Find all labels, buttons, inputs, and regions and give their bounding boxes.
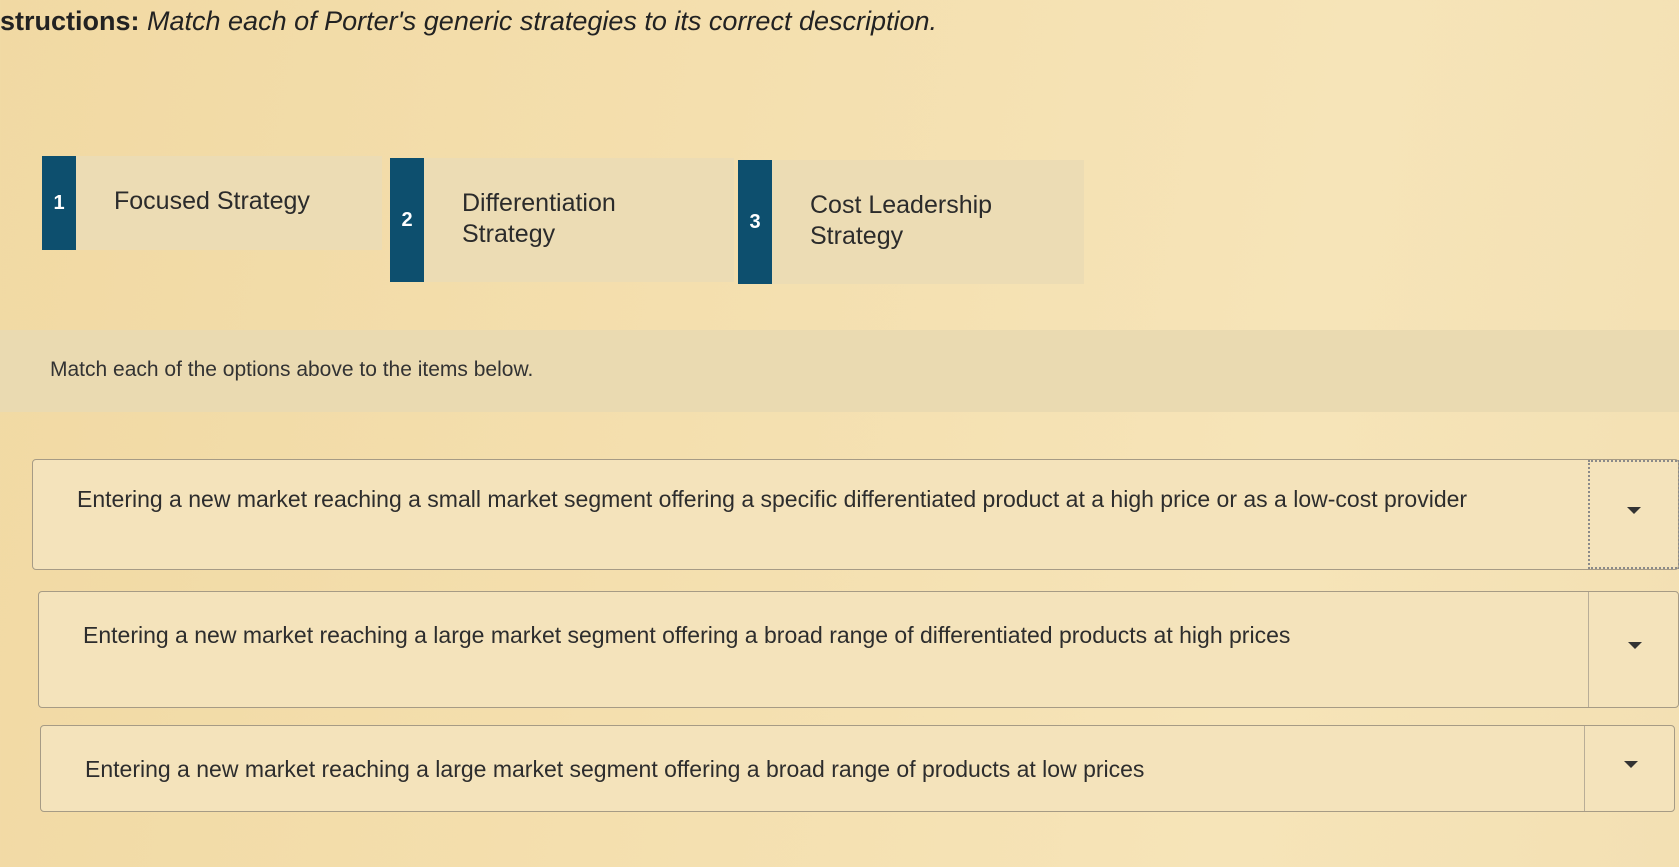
option-label-line1: Differentiation bbox=[462, 189, 616, 217]
option-number-badge: 2 bbox=[390, 158, 424, 282]
option-label: Differentiation Strategy bbox=[424, 158, 616, 250]
chevron-down-icon bbox=[1623, 761, 1638, 768]
match-dropdown-1[interactable] bbox=[1588, 460, 1679, 569]
instructions-lead: structions: bbox=[0, 6, 140, 36]
chevron-down-icon bbox=[1627, 507, 1641, 514]
match-dropdown-3[interactable] bbox=[1584, 726, 1676, 811]
match-prompt: Match each of the options above to the i… bbox=[50, 358, 534, 381]
instructions: structions: Match each of Porter's gener… bbox=[0, 6, 937, 37]
match-item-text: Entering a new market reaching a large m… bbox=[83, 622, 1291, 648]
match-item-1: Entering a new market reaching a small m… bbox=[32, 459, 1679, 570]
option-label: Focused Strategy bbox=[76, 156, 310, 217]
match-item-3: Entering a new market reaching a large m… bbox=[40, 725, 1675, 812]
option-card-2[interactable]: 2 Differentiation Strategy bbox=[390, 158, 734, 282]
option-label-line1: Cost Leadership bbox=[810, 191, 993, 219]
option-number-badge: 3 bbox=[738, 160, 772, 284]
match-item-text: Entering a new market reaching a large m… bbox=[85, 756, 1145, 782]
option-label-line1: Focused Strategy bbox=[114, 187, 310, 215]
match-item-2: Entering a new market reaching a large m… bbox=[38, 591, 1679, 708]
option-label-line2: Strategy bbox=[810, 222, 904, 250]
instructions-text: Match each of Porter's generic strategie… bbox=[139, 6, 938, 36]
option-label-line2: Strategy bbox=[462, 220, 556, 248]
option-label: Cost Leadership Strategy bbox=[772, 160, 992, 252]
match-dropdown-2[interactable] bbox=[1588, 592, 1679, 707]
option-card-1[interactable]: 1 Focused Strategy bbox=[42, 156, 382, 250]
chevron-down-icon bbox=[1627, 642, 1642, 649]
option-card-3[interactable]: 3 Cost Leadership Strategy bbox=[738, 160, 1084, 284]
option-number-badge: 1 bbox=[42, 156, 76, 250]
match-item-text: Entering a new market reaching a small m… bbox=[77, 486, 1468, 512]
